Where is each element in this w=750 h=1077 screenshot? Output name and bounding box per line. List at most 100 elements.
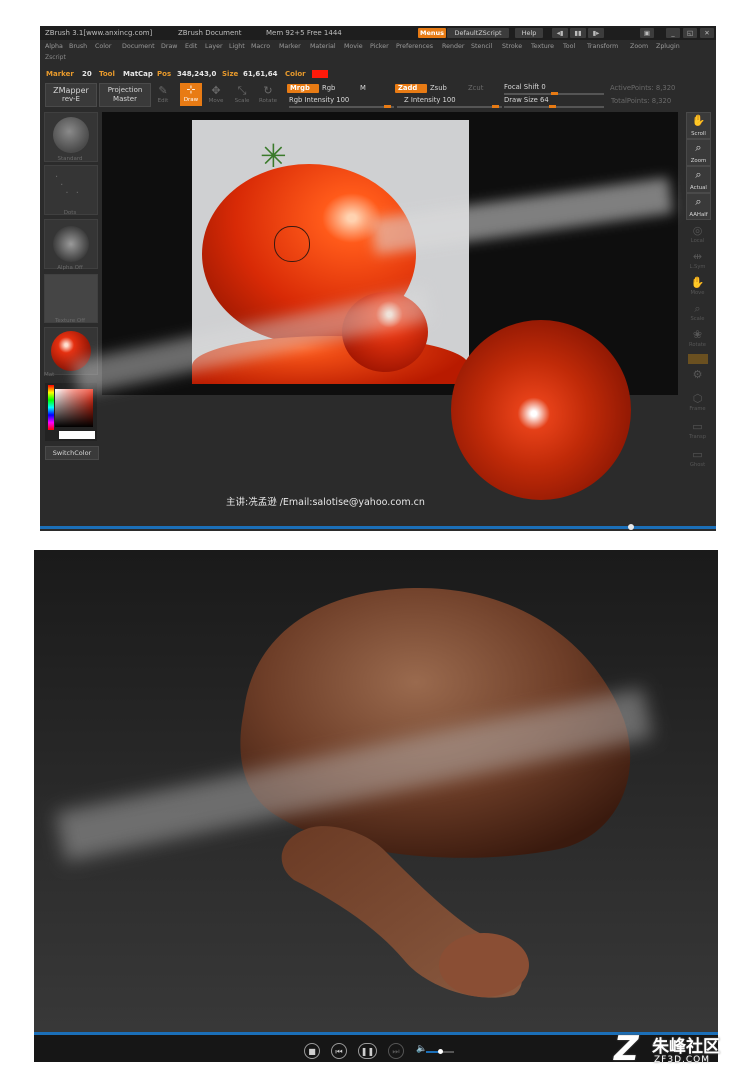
scale-button[interactable]: ⤡ Scale — [232, 84, 252, 104]
mrgb-button[interactable]: Mrgb — [287, 84, 319, 93]
timeline-knob[interactable] — [628, 524, 634, 530]
saturation-square[interactable] — [55, 389, 93, 427]
help-button[interactable]: Help — [515, 28, 543, 38]
layout-icon[interactable]: ▮▮ — [570, 28, 586, 38]
texture-slot[interactable] — [44, 274, 98, 323]
menu-layer[interactable]: Layer — [205, 41, 223, 53]
menu-edit[interactable]: Edit — [185, 41, 197, 53]
zmapper-button[interactable]: ZMapper rev-E — [45, 83, 97, 107]
zoom-button[interactable]: ⌕ Zoom — [686, 139, 711, 166]
rgb-intensity-slider[interactable]: Rgb Intensity 100 — [289, 96, 349, 104]
focal-shift-knob[interactable] — [551, 92, 558, 95]
draw-button[interactable]: ⊹ Draw — [180, 83, 202, 106]
pos-label: Pos — [157, 70, 172, 78]
rotate-view-button[interactable]: ❀ Rotate — [686, 328, 709, 350]
focal-shift-slider[interactable]: Focal Shift 0 — [504, 83, 546, 91]
zcut-button[interactable]: Zcut — [468, 84, 483, 92]
menu-document[interactable]: Document — [122, 41, 155, 53]
frame-button[interactable]: ⬡ Frame — [686, 392, 709, 414]
ghost-icon: ▭ — [692, 448, 703, 461]
menu-macro[interactable]: Macro — [251, 41, 270, 53]
menus-button[interactable]: Menus — [418, 28, 446, 38]
alpha-slot[interactable] — [44, 219, 98, 269]
pause-icon[interactable]: ❚❚ — [358, 1043, 377, 1059]
close-icon[interactable]: ✕ — [700, 28, 714, 38]
menu-zoom[interactable]: Zoom — [630, 41, 648, 53]
draw-size-knob[interactable] — [549, 105, 556, 108]
next-icon[interactable]: ▮▸ — [588, 28, 604, 38]
timeline-bar[interactable] — [40, 526, 716, 529]
menu-light[interactable]: Light — [229, 41, 245, 53]
restore-icon[interactable]: ◱ — [683, 28, 697, 38]
zsub-button[interactable]: Zsub — [430, 84, 447, 92]
draw-size-slider[interactable]: Draw Size 64 — [504, 96, 549, 104]
edit-button[interactable]: ✎ Edit — [153, 84, 173, 104]
menu-alpha[interactable]: Alpha — [45, 41, 63, 53]
lsym-button[interactable]: ⇹ L.Sym — [686, 250, 709, 272]
rgb-intensity-knob[interactable] — [384, 105, 391, 108]
secondary-color-swatch[interactable] — [59, 431, 95, 439]
next-icon[interactable]: ⏭ — [388, 1043, 404, 1059]
switch-color-button[interactable]: SwitchColor — [45, 446, 99, 460]
stem-cut-end — [439, 933, 529, 997]
actual-button[interactable]: ⌕ Actual — [686, 166, 711, 193]
menu-color[interactable]: Color — [95, 41, 111, 53]
menu-picker[interactable]: Picker — [370, 41, 389, 53]
edit-icon: ✎ — [158, 84, 168, 97]
menu-movie[interactable]: Movie — [344, 41, 363, 53]
color-label: Color — [285, 70, 306, 78]
polyframe-toggle[interactable] — [688, 354, 708, 364]
default-zscript-button[interactable]: DefaultZScript — [447, 28, 509, 38]
z-intensity-slider[interactable]: Z Intensity 100 — [404, 96, 456, 104]
tool-label: Tool — [99, 70, 115, 78]
menu-stroke[interactable]: Stroke — [502, 41, 522, 53]
previous-icon[interactable]: ⏮ — [331, 1043, 347, 1059]
transp-button[interactable]: ▭ Transp — [686, 420, 709, 442]
ghost-button[interactable]: ▭ Ghost — [686, 448, 709, 470]
volume-knob[interactable] — [438, 1049, 443, 1054]
hue-strip[interactable] — [48, 385, 54, 430]
scale-view-button[interactable]: ⌕ Scale — [686, 302, 709, 324]
m-button[interactable]: M — [360, 84, 366, 92]
local-button[interactable]: ◎ Local — [686, 224, 709, 246]
local-label: Local — [690, 238, 705, 244]
rgb-intensity-track[interactable] — [289, 105, 394, 108]
move-button[interactable]: ✥ Move — [206, 84, 226, 104]
app-title: ZBrush 3.1[www.anxincg.com] — [45, 29, 153, 37]
menu-render[interactable]: Render — [442, 41, 464, 53]
stop-icon[interactable]: ■ — [304, 1043, 320, 1059]
focal-shift-track[interactable] — [504, 92, 604, 95]
prev-icon[interactable]: ◂▮ — [552, 28, 568, 38]
marker-value: 20 — [82, 70, 92, 78]
lock-icon[interactable]: ▣ — [640, 28, 654, 38]
document-canvas[interactable]: ✳ — [72, 112, 678, 525]
brush-slot[interactable] — [44, 112, 98, 162]
rgb-button[interactable]: Rgb — [322, 84, 335, 92]
scroll-button[interactable]: ✋ Scroll — [686, 112, 711, 139]
menu-zplugin[interactable]: Zplugin — [656, 41, 680, 53]
menu-preferences[interactable]: Preferences — [396, 41, 433, 53]
aahalf-button[interactable]: ⌕ AAHalf — [686, 193, 711, 220]
rotate-button[interactable]: ↻ Rotate — [258, 84, 278, 104]
projection-master-button[interactable]: Projection Master — [99, 83, 151, 107]
zadd-button[interactable]: Zadd — [395, 84, 427, 93]
z-intensity-track[interactable] — [397, 105, 502, 108]
menu-stencil[interactable]: Stencil — [471, 41, 492, 53]
xyz-button[interactable]: ⚙ — [686, 368, 709, 390]
menu-draw[interactable]: Draw — [161, 41, 177, 53]
menu-zscript[interactable]: Zscript — [45, 54, 66, 61]
minimize-icon[interactable]: _ — [666, 28, 680, 38]
menu-transform[interactable]: Transform — [587, 41, 618, 53]
menu-texture[interactable]: Texture — [531, 41, 554, 53]
color-swatch[interactable] — [312, 70, 328, 78]
zoom-label: Zoom — [690, 158, 707, 164]
dots-stroke-icon: · · · · — [55, 172, 81, 199]
menu-material[interactable]: Material — [310, 41, 336, 53]
menu-marker[interactable]: Marker — [279, 41, 301, 53]
z-intensity-knob[interactable] — [492, 105, 499, 108]
stroke-slot[interactable]: · · · · — [44, 165, 98, 215]
move-view-button[interactable]: ✋ Move — [686, 276, 709, 298]
draw-size-track[interactable] — [504, 105, 604, 108]
menu-tool[interactable]: Tool — [563, 41, 575, 53]
menu-brush[interactable]: Brush — [69, 41, 87, 53]
